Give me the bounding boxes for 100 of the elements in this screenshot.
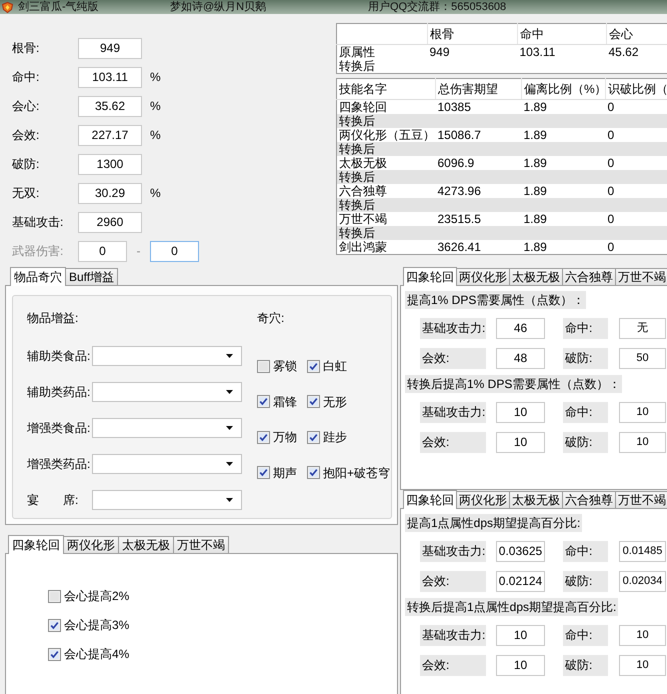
field-label: 基础攻击力:	[420, 625, 486, 646]
input-field[interactable]: 50	[619, 348, 666, 369]
caret-icon	[226, 390, 233, 394]
tab[interactable]: 太极无极	[509, 268, 563, 285]
tab[interactable]: 四象轮回	[403, 490, 457, 509]
qixue-checkbox[interactable]: 期声	[257, 466, 297, 480]
column-header: 技能名字	[336, 78, 436, 100]
input-field[interactable]: 0.01485	[619, 541, 666, 562]
table-cell: 949	[428, 44, 518, 59]
input-field[interactable]: 949	[78, 38, 142, 59]
table-cell: 1.89	[522, 184, 606, 198]
input-field[interactable]: 10	[619, 432, 666, 453]
tab[interactable]: 物品奇穴	[10, 267, 66, 286]
tab[interactable]: 万世不竭	[173, 536, 229, 553]
separator-text: -	[136, 244, 142, 259]
tab[interactable]: Buff增益	[65, 268, 118, 285]
input-field[interactable]: 10	[496, 625, 545, 646]
tab[interactable]: 万世不竭	[615, 268, 667, 285]
field-label: 会效:	[420, 348, 486, 369]
input-field[interactable]: 0.03625	[496, 541, 545, 562]
input-field[interactable]: 35.62	[78, 96, 142, 117]
input-field[interactable]: 10	[619, 402, 666, 423]
tab[interactable]: 六合独尊	[562, 268, 616, 285]
qixue-checkbox[interactable]: 无形	[307, 394, 347, 408]
field-label: 辅助类食品:	[27, 348, 92, 364]
table-cell: 1.89	[522, 156, 606, 170]
table-cell: 10385	[436, 100, 522, 114]
field-label: 武器伤害:	[12, 244, 64, 259]
qixue-checkbox[interactable]: 白虹	[307, 359, 347, 373]
dropdown[interactable]	[92, 454, 242, 474]
table-cell: 0	[606, 240, 667, 254]
table-cell: 3626.41	[436, 240, 522, 254]
table-cell: 剑出鸿蒙	[336, 240, 436, 254]
table-cell: 0	[606, 128, 667, 142]
option-checkbox[interactable]: 会心提高3%	[48, 618, 130, 632]
input-field[interactable]: 2960	[78, 212, 142, 233]
input-field[interactable]: 10	[496, 655, 545, 676]
table-cell: 六合独尊	[336, 184, 436, 198]
input-field[interactable]: 无	[619, 318, 666, 339]
tab[interactable]: 万世不竭	[615, 491, 667, 508]
tab[interactable]: 两仪化形	[456, 491, 510, 508]
caret-icon	[226, 462, 233, 466]
tab[interactable]: 太极无极	[509, 491, 563, 508]
unit-label: %	[150, 128, 161, 143]
author-text: 梦如诗@纵月N贝鹅	[170, 0, 268, 14]
unit-label: %	[150, 99, 161, 114]
section-label: 奇穴:	[257, 311, 284, 325]
qixue-checkbox[interactable]: 抱阳+破苍穹	[307, 466, 390, 480]
dropdown[interactable]	[92, 382, 242, 402]
tab[interactable]: 四象轮回	[403, 267, 457, 286]
input-field[interactable]: 227.17	[78, 125, 142, 146]
caret-icon	[226, 354, 233, 358]
input-field[interactable]: 30.29	[78, 183, 142, 204]
table-cell: 转换后	[336, 226, 436, 240]
tab[interactable]: 六合独尊	[562, 491, 616, 508]
input-field[interactable]: 46	[496, 318, 545, 339]
tab[interactable]: 太极无极	[118, 536, 174, 553]
field-label: 根骨:	[12, 41, 40, 56]
tab[interactable]: 两仪化形	[456, 268, 510, 285]
column-header: 偏离比例（%）	[522, 78, 606, 100]
qixue-checkbox[interactable]: 霜锋	[257, 394, 297, 408]
qixue-checkbox[interactable]: 万物	[257, 430, 297, 444]
table-cell: 0	[606, 184, 667, 198]
field-label: 命中:	[563, 625, 608, 646]
input-field[interactable]: 0.02124	[496, 571, 545, 592]
input-field[interactable]: 1300	[78, 154, 142, 175]
qixue-checkbox[interactable]: 雾锁	[257, 359, 297, 373]
field-label: 增强类药品:	[27, 456, 92, 472]
field-label: 破防:	[563, 655, 608, 676]
row-header: 原属性	[336, 44, 428, 59]
input-field[interactable]: 48	[496, 348, 545, 369]
input-field[interactable]: 10	[496, 402, 545, 423]
table-cell: 四象轮回	[336, 100, 436, 114]
section-heading: 转换后提高1% DPS需要属性（点数）：	[405, 375, 622, 393]
dropdown[interactable]	[92, 418, 242, 438]
input-field[interactable]: 103.11	[78, 67, 142, 88]
option-checkbox[interactable]: 会心提高2%	[48, 589, 130, 603]
field-label: 破防:	[563, 348, 608, 369]
table-cell: 0	[606, 212, 667, 226]
table-cell: 转换后	[336, 114, 436, 128]
field-label: 基础攻击力:	[420, 541, 486, 562]
unit-label: %	[150, 70, 161, 85]
table-cell: 太极无极	[336, 156, 436, 170]
input-field[interactable]: 10	[496, 432, 545, 453]
tab[interactable]: 四象轮回	[8, 535, 64, 554]
field-label: 辅助类药品:	[27, 384, 92, 400]
field-label: 破防:	[563, 432, 608, 453]
dropdown[interactable]	[92, 346, 242, 366]
option-checkbox[interactable]: 会心提高4%	[48, 647, 130, 661]
field-label: 增强类食品:	[27, 420, 92, 436]
field-label: 基础攻击力:	[420, 318, 486, 339]
input-field[interactable]: 10	[619, 655, 666, 676]
tab[interactable]: 两仪化形	[63, 536, 119, 553]
dropdown[interactable]	[92, 490, 242, 510]
field-label: 会效:	[420, 432, 486, 453]
field-label: 基础攻击力:	[420, 402, 486, 423]
table-cell: 1.89	[522, 128, 606, 142]
input-field[interactable]: 10	[619, 625, 666, 646]
qixue-checkbox[interactable]: 跬步	[307, 430, 347, 444]
input-field[interactable]: 0.02034	[619, 571, 666, 592]
